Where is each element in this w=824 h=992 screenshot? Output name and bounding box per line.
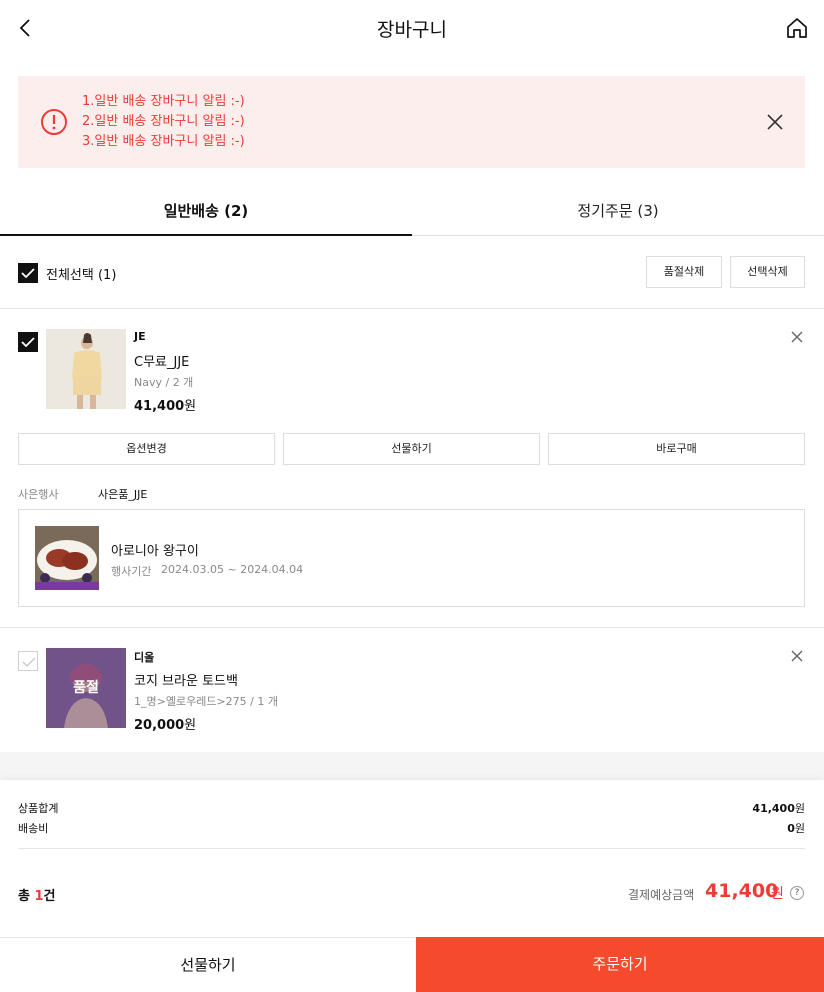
notice-line: 1.일반 배송 장바구니 알림 :-) <box>82 94 245 109</box>
select-bar: 전체선택 (1) 품절삭제 선택삭제 <box>0 236 824 309</box>
product-image[interactable] <box>46 329 126 409</box>
currency-unit: 원 <box>184 718 197 733</box>
gift-event-label: 사은행사 <box>18 488 59 501</box>
gift-period: 2024.03.05 ~ 2024.04.04 <box>161 563 304 576</box>
item-price: 20,000원 <box>134 714 196 733</box>
check-icon <box>21 337 35 348</box>
bottom-action-bar: 선물하기 주문하기 <box>0 937 824 992</box>
section-gap <box>0 752 824 780</box>
product-photo <box>46 329 126 409</box>
delete-soldout-button[interactable]: 품절삭제 <box>646 256 722 288</box>
amount: 0 <box>787 822 795 835</box>
home-icon <box>787 18 807 38</box>
gift-order-button[interactable]: 선물하기 <box>0 937 416 992</box>
item-name[interactable]: 코지 브라운 토드백 <box>134 670 238 689</box>
gift-photo <box>35 526 99 590</box>
shipping-label: 배송비 <box>18 822 49 835</box>
order-summary: 상품합계 41,400원 배송비 0원 총 1건 결제예상금액 41,400 원… <box>0 780 824 938</box>
tab-regular-order[interactable]: 정기주문 (3) <box>412 190 824 236</box>
payment-estimate-label: 결제예상금액 <box>628 888 695 902</box>
order-button[interactable]: 주문하기 <box>416 937 824 992</box>
delete-selected-button[interactable]: 선택삭제 <box>730 256 805 288</box>
item-brand: 디올 <box>134 651 155 664</box>
product-total-label: 상품합계 <box>18 802 59 815</box>
tab-general-delivery[interactable]: 일반배송 (2) <box>0 190 412 236</box>
total-prefix: 총 <box>18 889 30 904</box>
gift-image <box>35 526 99 590</box>
currency-unit: 원 <box>771 886 784 902</box>
delivery-tabs: 일반배송 (2) 정기주문 (3) <box>0 190 824 236</box>
gift-button[interactable]: 선물하기 <box>283 433 540 465</box>
notice-banner: 1.일반 배송 장바구니 알림 :-) 2.일반 배송 장바구니 알림 :-) … <box>18 76 805 168</box>
help-icon[interactable]: ? <box>790 886 804 900</box>
divider <box>18 848 805 849</box>
alert-icon <box>41 109 67 135</box>
shipping-value: 0원 <box>787 820 805 836</box>
check-icon <box>21 268 35 279</box>
check-icon <box>22 657 36 668</box>
item-price: 41,400원 <box>134 395 196 414</box>
gift-event-title: 아로니아 왕구이 <box>111 544 199 559</box>
close-icon[interactable] <box>765 112 785 132</box>
item-checkbox[interactable] <box>18 332 38 352</box>
amount: 41,400 <box>752 802 795 815</box>
notice-line: 3.일반 배송 장바구니 알림 :-) <box>82 134 245 149</box>
total-count-number: 1 <box>34 889 44 904</box>
home-button[interactable] <box>785 16 809 40</box>
item-name[interactable]: C무료_JJE <box>134 351 189 370</box>
soldout-label: 품절 <box>46 648 126 728</box>
total-count: 총 1건 <box>18 885 56 904</box>
currency-unit: 원 <box>184 399 197 414</box>
price-value: 20,000 <box>134 718 185 733</box>
item-brand: JE <box>134 330 146 343</box>
currency-unit: 원 <box>794 822 805 835</box>
price-value: 41,400 <box>134 399 185 414</box>
page-title: 장바구니 <box>377 19 447 41</box>
select-all-label: 전체선택 (1) <box>46 268 117 283</box>
product-total-value: 41,400원 <box>752 800 805 816</box>
item-checkbox-disabled <box>18 651 38 671</box>
change-option-button[interactable]: 옵션변경 <box>18 433 275 465</box>
item-option: Navy / 2 개 <box>134 376 194 389</box>
gift-event-name: 사은품_JJE <box>98 488 148 501</box>
select-all-checkbox[interactable] <box>18 263 38 283</box>
buy-now-button[interactable]: 바로구매 <box>548 433 805 465</box>
close-icon[interactable] <box>790 330 804 344</box>
payment-estimate-amount: 41,400 <box>705 880 779 902</box>
gift-event-card: 아로니아 왕구이 행사기간 2024.03.05 ~ 2024.04.04 <box>18 509 805 607</box>
header: 장바구니 <box>0 0 824 56</box>
notice-line: 2.일반 배송 장바구니 알림 :-) <box>82 114 245 129</box>
gift-period-label: 행사기간 <box>111 565 152 578</box>
product-image[interactable]: 품절 <box>46 648 126 728</box>
item-option: 1_명>옐로우레드>275 / 1 개 <box>134 695 278 708</box>
divider <box>0 627 824 628</box>
currency-unit: 원 <box>794 802 805 815</box>
total-suffix: 건 <box>43 889 56 904</box>
close-icon[interactable] <box>790 649 804 663</box>
